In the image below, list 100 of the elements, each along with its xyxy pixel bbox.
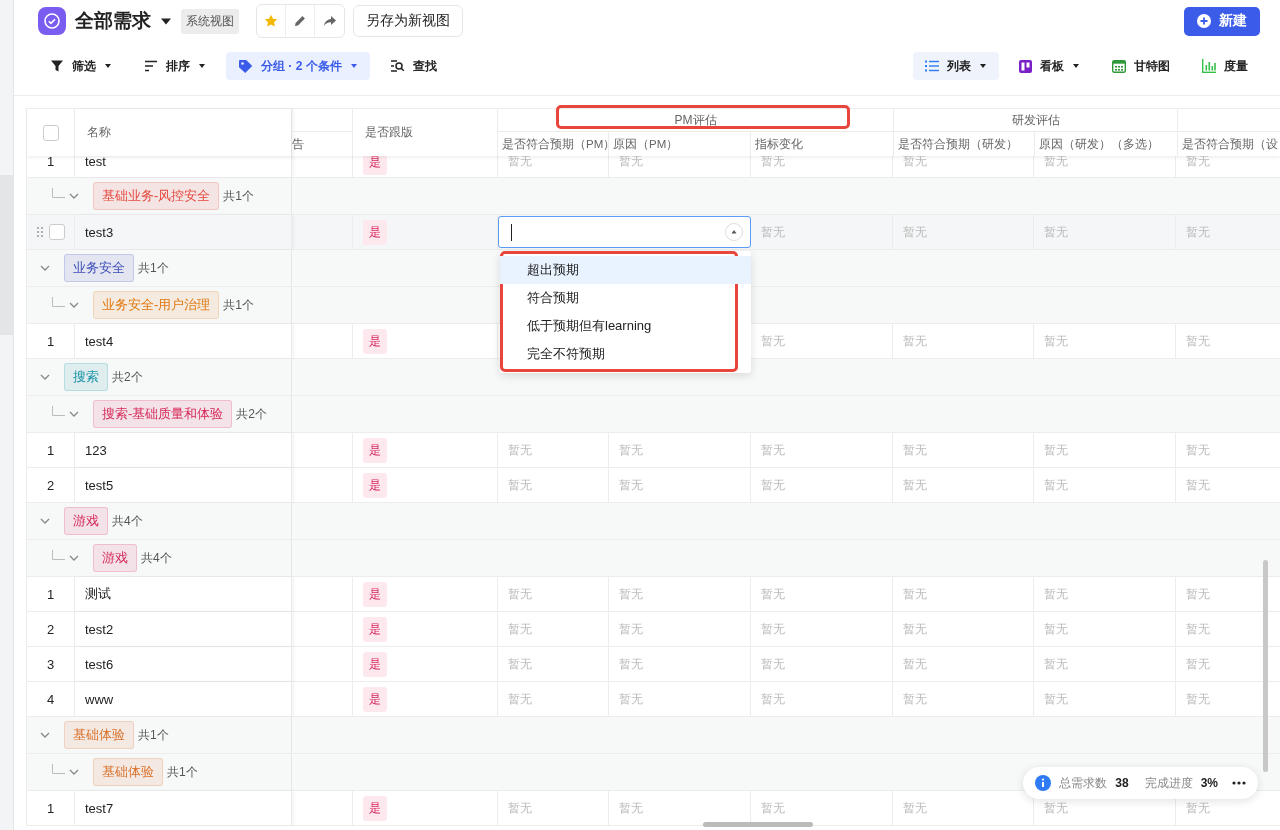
table-row[interactable]: 4 www 是 暂无 暂无 暂无 暂无 暂无 暂无 <box>27 682 1280 717</box>
column-header[interactable]: 原因（PM） <box>613 136 679 152</box>
toolbar-button[interactable]: 分组 · 2 个条件 <box>226 52 370 80</box>
table-cell: test4 <box>85 333 114 349</box>
table-cell: test6 <box>85 656 114 672</box>
dropdown-option[interactable]: 符合预期 <box>500 284 751 312</box>
filter-icon <box>50 59 64 73</box>
chevron-icon[interactable] <box>40 732 50 738</box>
row-number: 1 <box>46 155 55 168</box>
table-cell: 暂无 <box>619 476 643 494</box>
horizontal-scrollbar[interactable] <box>703 822 813 827</box>
group-tag: 基础体验 <box>93 758 163 786</box>
table-cell: test5 <box>85 477 114 493</box>
tree-connector <box>52 764 65 774</box>
new-button[interactable]: 新建 <box>1184 6 1260 36</box>
table-cell: 暂无 <box>903 655 927 673</box>
table-row[interactable]: 2 test5 是 暂无 暂无 暂无 暂无 暂无 暂无 <box>27 468 1280 503</box>
group-tag: 游戏 <box>64 507 108 535</box>
column-header[interactable]: 是否跟版 <box>365 124 413 141</box>
toolbar-button[interactable]: 筛选 <box>38 52 124 80</box>
table-cell: 暂无 <box>508 155 532 168</box>
column-header[interactable]: 名称 <box>87 124 111 141</box>
toolbar-button[interactable]: 查找 <box>377 52 449 80</box>
table-cell: 测试 <box>85 585 111 603</box>
table-row[interactable]: 1 123 是 暂无 暂无 暂无 暂无 暂无 暂无 <box>27 433 1280 468</box>
table-row[interactable]: 1 test7 是 暂无 暂无 暂无 暂无 暂无 暂无 <box>27 791 1280 826</box>
group-count: 共2个 <box>112 368 143 386</box>
board-icon <box>1019 59 1032 73</box>
group-tag: 搜索-基础质量和体验 <box>93 400 233 428</box>
chevron-icon[interactable] <box>69 555 79 561</box>
table-cell: 暂无 <box>761 585 785 603</box>
table-cell: 暂无 <box>903 799 927 817</box>
bar-chart-icon <box>1202 59 1216 73</box>
column-header[interactable]: 告 <box>292 135 304 153</box>
chevron-icon[interactable] <box>69 769 79 775</box>
column-header[interactable]: 是否符合预期（设 <box>1182 136 1278 152</box>
text-cursor <box>511 223 512 241</box>
table-cell: 暂无 <box>761 655 785 673</box>
table-cell: www <box>85 691 114 707</box>
dropdown-option[interactable]: 完全不符预期 <box>500 340 751 368</box>
caret-up-icon[interactable] <box>725 223 743 241</box>
table-cell: test3 <box>85 224 114 240</box>
plus-circle-icon <box>1197 14 1211 28</box>
table-row[interactable]: 1 test 是 暂无 暂无 暂无 暂无 暂无 暂无 <box>27 156 1280 178</box>
table-cell: 暂无 <box>619 655 643 673</box>
tag-icon <box>238 58 253 74</box>
column-header[interactable]: 原因（研发）（多选） <box>1039 136 1159 152</box>
table-row[interactable]: 1 测试 是 暂无 暂无 暂无 暂无 暂无 暂无 <box>27 577 1280 612</box>
table-cell: 暂无 <box>761 332 785 350</box>
list-icon <box>925 60 939 72</box>
row-number: 1 <box>46 333 55 349</box>
group-tag: 基础业务-风控安全 <box>93 182 220 210</box>
table-cell: test2 <box>85 621 114 637</box>
vertical-scrollbar[interactable] <box>1263 560 1268 772</box>
row-number: 1 <box>46 586 55 602</box>
table-cell: 暂无 <box>761 690 785 708</box>
table-row[interactable]: 3 test6 是 暂无 暂无 暂无 暂无 暂无 暂无 <box>27 647 1280 682</box>
view-tab[interactable]: 列表 <box>913 52 999 80</box>
table-cell: 暂无 <box>761 620 785 638</box>
row-number: 2 <box>46 621 55 637</box>
table-cell: 暂无 <box>619 585 643 603</box>
view-title-dropdown[interactable]: 全部需求 <box>75 8 171 34</box>
column-header[interactable]: 是否符合预期（研发） <box>898 136 1018 152</box>
row-number: 1 <box>46 800 55 816</box>
chevron-icon[interactable] <box>40 374 50 380</box>
table-cell: 暂无 <box>508 799 532 817</box>
more-icon <box>1232 781 1246 785</box>
dropdown-option[interactable]: 低于预期但有learning <box>500 312 751 340</box>
view-tab[interactable]: 度量 <box>1190 52 1260 80</box>
table-cell: 暂无 <box>761 155 785 168</box>
group-tag: 游戏 <box>93 544 137 572</box>
drag-handle-icon[interactable] <box>36 227 43 237</box>
chevron-icon[interactable] <box>69 411 79 417</box>
status-tag: 是 <box>363 437 387 463</box>
info-icon[interactable] <box>1035 775 1052 791</box>
select-field[interactable] <box>498 216 751 248</box>
view-tab[interactable]: 甘特图 <box>1100 52 1182 80</box>
table-row[interactable]: 2 test2 是 暂无 暂无 暂无 暂无 暂无 暂无 <box>27 612 1280 647</box>
group-count: 共4个 <box>112 512 143 530</box>
checkbox[interactable] <box>48 224 65 240</box>
table-cell: 暂无 <box>1044 690 1068 708</box>
group-count: 共1个 <box>138 259 169 277</box>
chevron-icon[interactable] <box>40 265 50 271</box>
chevron-icon[interactable] <box>69 302 79 308</box>
chevron-icon[interactable] <box>69 193 79 199</box>
table-cell: test7 <box>85 800 114 816</box>
save-as-view-button[interactable]: 另存为新视图 <box>353 5 463 37</box>
view-tab[interactable]: 看板 <box>1007 52 1092 80</box>
row-number: 4 <box>46 691 55 707</box>
dropdown-option[interactable]: 超出预期 <box>500 256 751 284</box>
column-header[interactable]: 指标变化 <box>755 136 803 152</box>
group-count: 共1个 <box>167 763 198 781</box>
tree-connector <box>52 550 65 560</box>
toolbar-button[interactable]: 排序 <box>132 52 218 80</box>
table-cell: 暂无 <box>1186 441 1210 459</box>
group-count: 共1个 <box>223 296 255 314</box>
chevron-icon[interactable] <box>40 518 50 524</box>
table-cell: 暂无 <box>508 585 532 603</box>
checkbox[interactable] <box>42 124 59 141</box>
summary-value: 38 <box>1115 776 1129 790</box>
